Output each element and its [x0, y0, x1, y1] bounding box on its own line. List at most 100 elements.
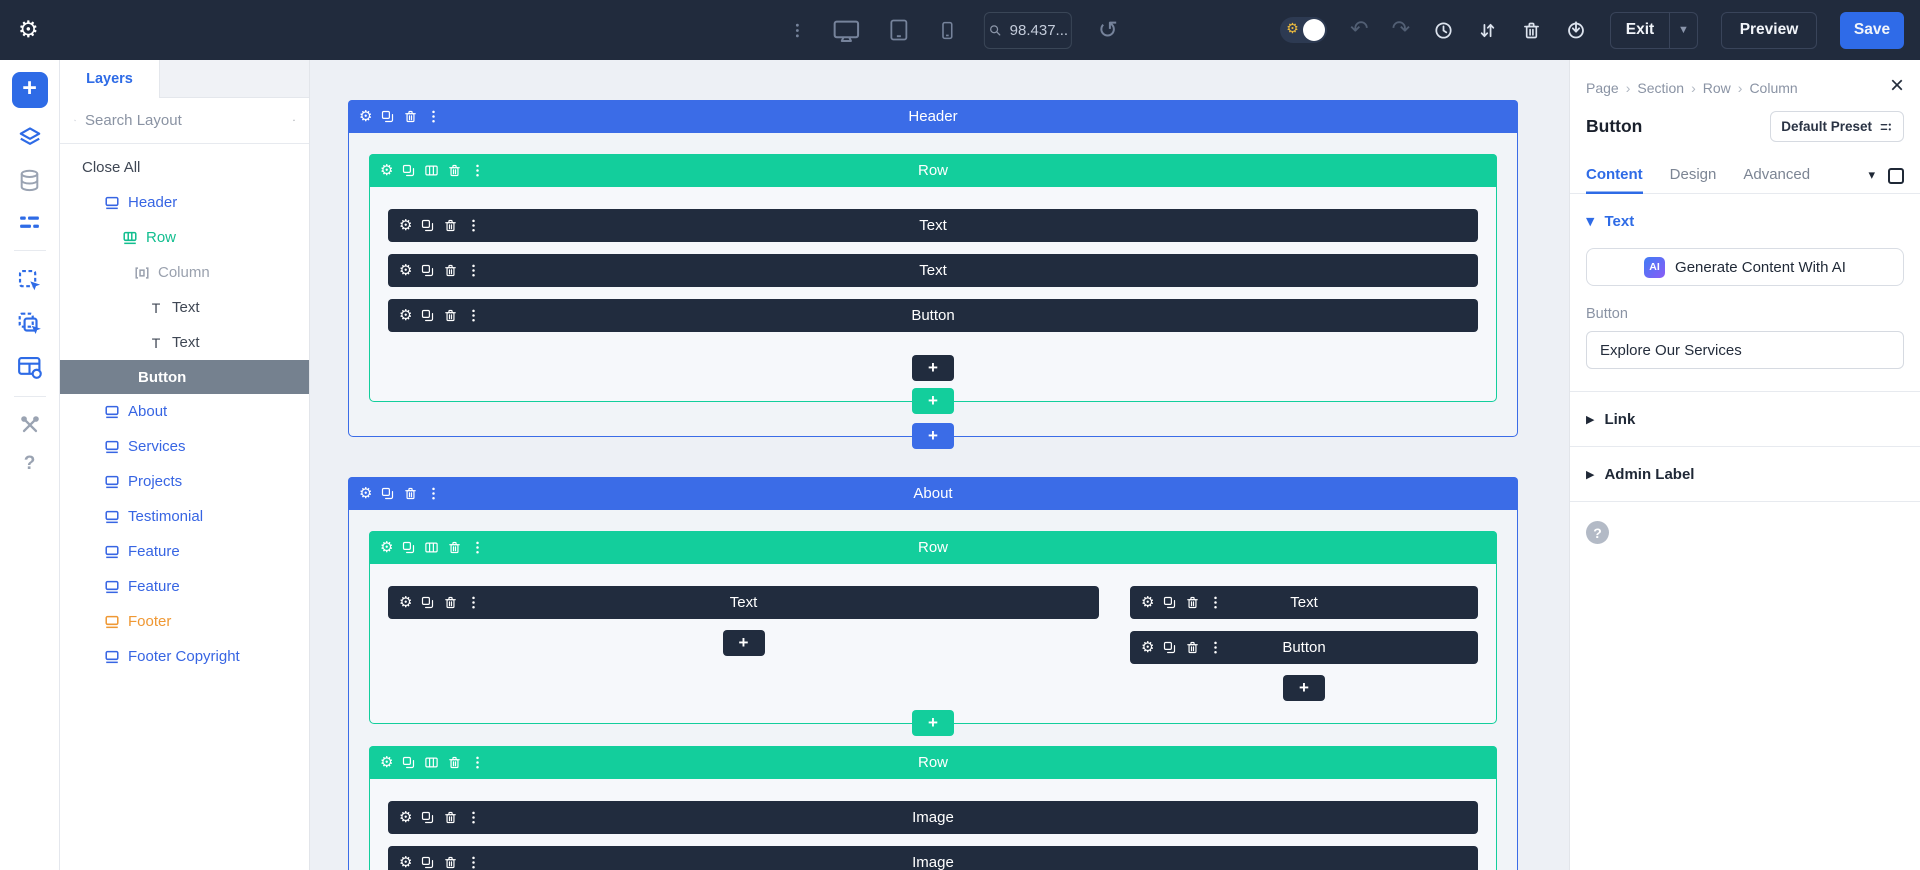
tab-design[interactable]: Design — [1670, 158, 1717, 194]
duplicate-icon[interactable] — [380, 486, 395, 501]
duplicate-icon[interactable] — [420, 595, 435, 610]
add-module-button[interactable]: + — [912, 355, 954, 381]
delete-icon[interactable] — [447, 163, 462, 178]
duplicate-icon[interactable] — [420, 810, 435, 825]
close-all-link[interactable]: Close All — [60, 150, 309, 185]
settings-icon[interactable]: ⚙ — [399, 263, 412, 278]
layers-icon[interactable] — [17, 125, 43, 151]
breadcrumb-page[interactable]: Page — [1586, 80, 1637, 96]
more-options-icon[interactable] — [466, 855, 481, 870]
module-text[interactable]: ⚙ Text — [388, 209, 1478, 242]
exit-button[interactable]: Exit — [1611, 13, 1669, 48]
columns-icon[interactable] — [424, 755, 439, 770]
row-bar[interactable]: ⚙ Row — [369, 746, 1497, 779]
tablet-view-icon[interactable] — [887, 18, 911, 42]
more-options-icon[interactable] — [470, 540, 485, 555]
section-about[interactable]: ⚙ About ⚙ Row ⚙ Text + ⚙ Text ⚙ Button +… — [348, 477, 1518, 870]
breadcrumb-row[interactable]: Row — [1703, 80, 1750, 96]
delete-icon[interactable] — [443, 855, 458, 870]
section-header[interactable]: ⚙ Header ⚙ Row ⚙ Text ⚙ Text ⚙ Button + … — [348, 100, 1518, 449]
link-group-toggle[interactable]: ▶ Link — [1586, 392, 1904, 446]
help-icon[interactable]: ? — [24, 453, 36, 475]
duplicate-icon[interactable] — [401, 755, 416, 770]
delete-icon[interactable] — [443, 218, 458, 233]
tab-advanced[interactable]: Advanced — [1743, 158, 1810, 194]
database-icon[interactable] — [17, 168, 42, 193]
duplicate-icon[interactable] — [401, 540, 416, 555]
responsive-view-icon[interactable] — [1888, 167, 1904, 184]
module-button[interactable]: ⚙ Button — [1130, 631, 1478, 664]
layer-item-feature[interactable]: Feature — [60, 569, 309, 604]
section-bar[interactable]: ⚙ About — [348, 477, 1518, 510]
duplicate-icon[interactable] — [420, 308, 435, 323]
breadcrumb-column[interactable]: Column — [1749, 80, 1797, 96]
settings-icon[interactable]: ⚙ — [399, 308, 412, 323]
settings-icon[interactable]: ⚙ — [399, 218, 412, 233]
add-section-button[interactable]: + — [912, 423, 954, 449]
delete-icon[interactable] — [1185, 595, 1200, 610]
layer-item-footer-copyright[interactable]: Footer Copyright — [60, 639, 309, 674]
more-options-icon[interactable] — [426, 486, 441, 501]
settings-icon[interactable]: ⚙ — [380, 163, 393, 178]
layer-item-header[interactable]: Header — [60, 185, 309, 220]
duplicate-icon[interactable] — [420, 855, 435, 870]
layer-item-testimonial[interactable]: Testimonial — [60, 499, 309, 534]
builder-mode-toggle[interactable]: ⚙ — [1280, 17, 1328, 43]
delete-icon[interactable] — [403, 109, 418, 124]
more-options-icon[interactable] — [466, 595, 481, 610]
add-row-button[interactable]: + — [912, 388, 954, 414]
settings-icon[interactable]: ⚙ — [1141, 640, 1154, 655]
generate-ai-button[interactable]: AI Generate Content With AI — [1586, 248, 1904, 286]
layer-item-footer[interactable]: Footer — [60, 604, 309, 639]
module-text[interactable]: ⚙ Text — [388, 586, 1099, 619]
grid-settings-icon[interactable] — [16, 354, 43, 381]
settings-icon[interactable]: ⚙ — [359, 486, 372, 501]
save-button[interactable]: Save — [1840, 11, 1904, 49]
more-options-icon[interactable] — [466, 263, 481, 278]
delete-icon[interactable] — [403, 486, 418, 501]
columns-icon[interactable] — [424, 540, 439, 555]
admin-label-group-toggle[interactable]: ▶ Admin Label — [1586, 447, 1904, 501]
module-text[interactable]: ⚙ Text — [1130, 586, 1478, 619]
duplicate-icon[interactable] — [420, 218, 435, 233]
delete-icon[interactable] — [443, 308, 458, 323]
row-container[interactable]: ⚙ Row ⚙ — [369, 531, 1497, 736]
layer-item-feature[interactable]: Feature — [60, 534, 309, 569]
undo-icon[interactable]: ↶ — [1350, 19, 1368, 41]
select-element-icon[interactable] — [17, 268, 43, 294]
delete-icon[interactable] — [1185, 640, 1200, 655]
settings-icon[interactable]: ⚙ — [399, 810, 412, 825]
settings-icon[interactable]: ⚙ — [380, 755, 393, 770]
columns-icon[interactable] — [424, 163, 439, 178]
default-preset-button[interactable]: Default Preset — [1770, 111, 1904, 142]
settings-icon[interactable]: ⚙ — [1141, 595, 1154, 610]
layer-item-text[interactable]: T Text — [60, 325, 309, 360]
history-icon[interactable] — [1433, 20, 1454, 41]
more-options-icon[interactable] — [466, 218, 481, 233]
more-options-icon[interactable] — [1208, 640, 1223, 655]
module-image[interactable]: ⚙ Image — [388, 801, 1478, 834]
add-module-button[interactable]: + — [1283, 675, 1325, 701]
delete-icon[interactable] — [443, 810, 458, 825]
row-container[interactable]: ⚙ Row ⚙ — [369, 746, 1497, 870]
text-group-toggle[interactable]: ▼ Text — [1586, 194, 1904, 248]
close-icon[interactable]: × — [1890, 74, 1904, 98]
section-bar[interactable]: ⚙ Header — [348, 100, 1518, 133]
save-to-library-icon[interactable] — [1565, 19, 1587, 41]
module-text[interactable]: ⚙ Text — [388, 254, 1478, 287]
trash-icon[interactable] — [1521, 20, 1542, 41]
preview-button[interactable]: Preview — [1721, 11, 1817, 49]
filter-funnel-icon[interactable] — [293, 113, 295, 128]
settings-icon[interactable]: ⚙ — [399, 595, 412, 610]
delete-icon[interactable] — [443, 263, 458, 278]
more-options-icon[interactable] — [470, 163, 485, 178]
duplicate-icon[interactable] — [1162, 640, 1177, 655]
search-layout-input[interactable] — [85, 112, 284, 129]
builder-settings-icon[interactable]: ⚙ — [18, 17, 39, 43]
chevron-down-icon[interactable]: ▾ — [1868, 168, 1875, 183]
more-options-icon[interactable] — [466, 308, 481, 323]
button-text-input[interactable] — [1586, 331, 1904, 369]
portability-icon[interactable] — [1477, 20, 1498, 41]
more-options-icon[interactable] — [426, 109, 441, 124]
redo-icon[interactable]: ↷ — [1392, 19, 1410, 41]
